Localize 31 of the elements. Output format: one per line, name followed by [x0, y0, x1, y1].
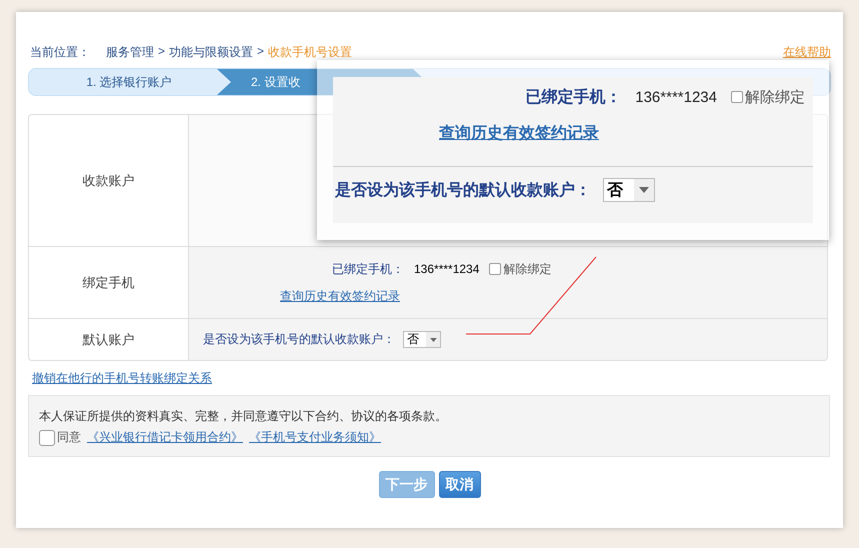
- breadcrumb-item[interactable]: 功能与限额设置: [169, 44, 254, 60]
- field-label: 是否设为该手机号的默认收款账户：: [203, 331, 395, 348]
- breadcrumb-separator: >: [257, 44, 264, 60]
- phone-number: 136****1234: [414, 262, 480, 276]
- breadcrumb-separator: >: [158, 44, 166, 60]
- breadcrumb-item: 收款手机号设置: [268, 44, 352, 60]
- revoke-link[interactable]: 撤销在他行的手机号转账绑定关系: [32, 370, 212, 387]
- caret-icon: [430, 338, 436, 342]
- breadcrumb-label: 当前位置：: [30, 44, 90, 60]
- cancel-button[interactable]: 取消: [438, 471, 480, 498]
- checkbox-label: 解除绑定: [503, 260, 552, 278]
- checkbox[interactable]: [39, 430, 55, 446]
- phone-number: 136****1234: [635, 88, 717, 106]
- checkbox[interactable]: [731, 91, 743, 103]
- breadcrumb-item[interactable]: 服务管理: [106, 44, 154, 60]
- field-label: 已绑定手机：: [332, 260, 404, 278]
- checkbox-label: 同意: [57, 429, 81, 446]
- dropdown[interactable]: 否: [403, 331, 441, 348]
- row-label: 收款账户: [29, 115, 189, 246]
- field-label: 是否设为该手机号的默认收款账户：: [335, 180, 591, 200]
- agreement-link[interactable]: 《兴业银行借记卡领用合约》: [87, 429, 243, 446]
- dropdown[interactable]: 否: [603, 178, 655, 202]
- agreement-link[interactable]: 《手机号支付业务须知》: [249, 429, 381, 446]
- history-link[interactable]: 查询历史有效签约记录: [439, 123, 599, 144]
- agreement-text: 本人保证所提供的资料真实、完整，并同意遵守以下合约、协议的各项条款。: [39, 408, 448, 425]
- row-label: 默认账户: [29, 319, 189, 360]
- checkbox-label: 解除绑定: [745, 88, 805, 106]
- checkbox[interactable]: [489, 263, 502, 275]
- caret-icon: [639, 187, 649, 193]
- history-link[interactable]: 查询历史有效签约记录: [280, 288, 400, 304]
- field-label: 已绑定手机：: [525, 87, 622, 108]
